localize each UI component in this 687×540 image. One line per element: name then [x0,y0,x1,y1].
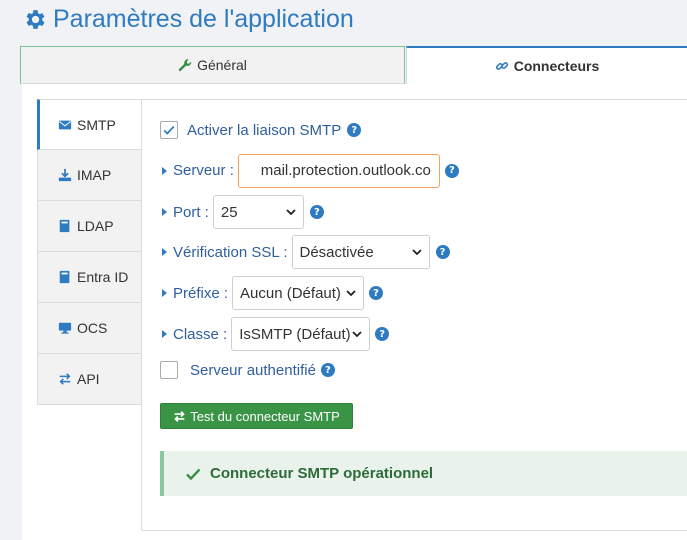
help-icon[interactable]: ? [435,245,450,259]
test-smtp-button[interactable]: Test du connecteur SMTP [160,403,353,429]
caret-right-icon [162,166,167,175]
chevron-down-icon [411,249,422,256]
check-icon [186,468,201,480]
ssl-row: Vérification SSL : Désactivée ? [162,235,450,269]
side-tab-imap-label: IMAP [77,167,112,183]
prefix-label: Préfixe : [173,284,229,302]
port-row: Port : 25 ? [162,195,324,229]
server-label: Serveur : [173,162,234,179]
link-icon [495,62,508,70]
book-icon [59,270,70,284]
server-row: Serveur : mail.protection.outlook.co ? [162,153,459,188]
status-message: Connecteur SMTP opérationnel [210,465,434,482]
server-input-value: mail.protection.outlook.co [260,162,431,179]
caret-right-icon [162,248,167,256]
prefix-row: Préfixe : Aucun (Défaut) ? [162,276,384,310]
side-tab-smtp-label: SMTP [77,116,116,133]
side-tab-api[interactable]: API [37,354,142,405]
caret-right-icon [162,208,167,216]
tab-general[interactable]: Général [20,46,405,84]
side-tab-api-label: API [77,371,100,387]
page-title-text: Paramètres de l'application [53,4,354,33]
envelope-icon [58,120,72,129]
tab-connecteurs-label: Connecteurs [513,58,600,74]
ssl-label: Vérification SSL : [173,243,288,261]
side-tab-entra-id[interactable]: Entra ID [37,252,142,303]
desktop-icon [58,322,72,334]
side-tab-smtp[interactable]: SMTP [37,99,142,150]
class-row: Classe : IsSMTP (Défaut) ? [162,317,390,351]
chevron-down-icon [346,290,356,297]
tab-connecteurs[interactable]: Connecteurs [406,46,687,84]
exchange-icon [174,410,185,422]
side-tab-ocs-label: OCS [77,320,108,336]
top-tabs: Général Connecteurs [20,46,687,84]
auth-label: Serveur authentifié [190,361,316,379]
chevron-down-icon [286,209,296,216]
ssl-select-value: Désactivée [299,243,374,261]
help-icon[interactable]: ? [309,205,324,219]
exchange-icon [59,373,71,385]
download-icon [58,168,72,182]
prefix-select[interactable]: Aucun (Défaut) [232,276,365,310]
server-input[interactable]: mail.protection.outlook.co [237,153,440,188]
enable-smtp-row: Activer la liaison SMTP ? [160,119,362,141]
enable-smtp-checkbox[interactable] [160,121,178,139]
gear-icon [26,9,45,29]
help-icon[interactable]: ? [320,363,335,377]
prefix-select-value: Aucun (Défaut) [240,284,341,302]
side-tab-imap[interactable]: IMAP [37,150,142,201]
side-tab-ldap[interactable]: LDAP [37,201,142,252]
side-tab-ocs[interactable]: OCS [37,303,142,354]
ssl-select[interactable]: Désactivée [291,235,430,269]
test-smtp-button-label: Test du connecteur SMTP [190,408,340,424]
chevron-down-icon [352,331,362,338]
checkmark-icon [163,125,175,135]
help-icon[interactable]: ? [375,327,390,341]
page-title: Paramètres de l'application [22,2,354,36]
class-select[interactable]: IsSMTP (Défaut) [231,317,371,351]
tab-general-label: Général [197,57,247,73]
port-select-value: 25 [220,203,238,221]
caret-right-icon [162,330,167,338]
connector-side-tabs: SMTP IMAP LDAP Entra ID OCS API [37,99,142,405]
book-icon [59,219,70,233]
auth-row: Serveur authentifié ? [160,359,335,381]
enable-smtp-label: Activer la liaison SMTP [187,121,342,139]
help-icon[interactable]: ? [444,163,459,178]
class-select-value: IsSMTP (Défaut) [239,325,351,343]
side-tab-ldap-label: LDAP [77,218,114,234]
wrench-icon [178,59,192,72]
class-label: Classe : [173,325,228,343]
auth-checkbox[interactable] [160,361,178,379]
help-icon[interactable]: ? [369,286,384,300]
port-select[interactable]: 25 [212,195,304,229]
status-alert: Connecteur SMTP opérationnel [160,451,687,496]
port-label: Port : [173,203,209,221]
help-icon[interactable]: ? [347,123,362,137]
side-tab-entra-id-label: Entra ID [77,269,129,285]
caret-right-icon [162,289,167,297]
